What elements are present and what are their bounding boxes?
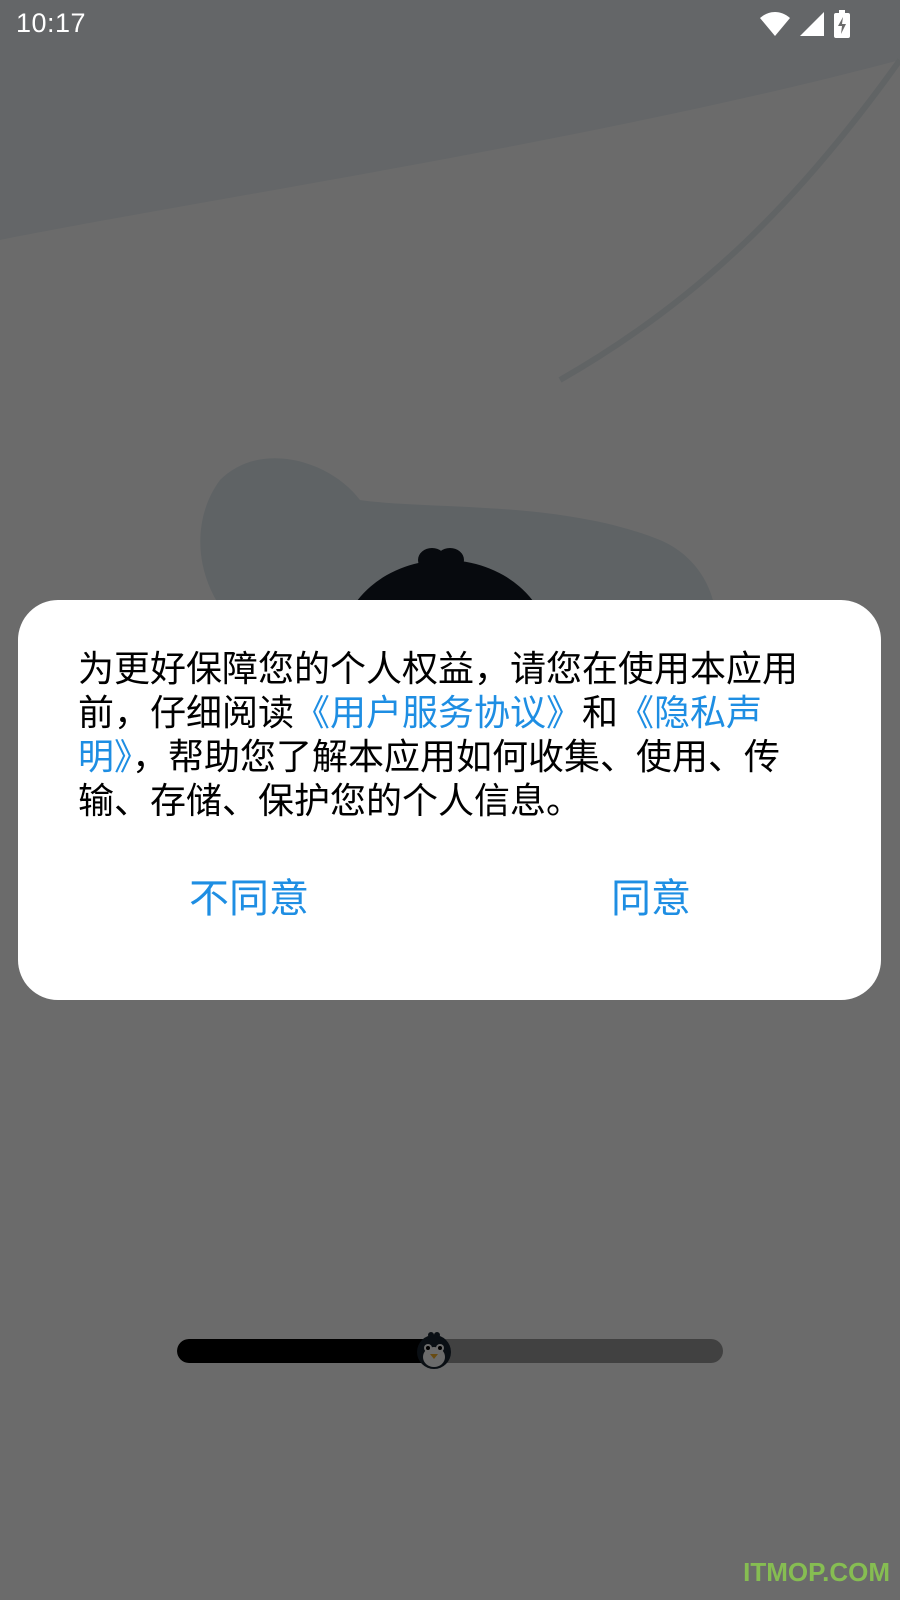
privacy-dialog: 为更好保障您的个人权益，请您在使用本应用前，仔细阅读《用户服务协议》和《隐私声明…	[18, 600, 881, 1000]
status-bar: 10:17	[0, 0, 900, 48]
agree-button[interactable]: 同意	[606, 865, 696, 925]
cellular-signal-icon	[800, 12, 824, 36]
message-text: 和	[582, 693, 619, 734]
status-icons	[760, 10, 850, 38]
screen: 10:17 为更好保障您的个人权益，请您在使用本应用前，仔细阅读《用户服务协议》…	[0, 0, 900, 1600]
wifi-icon	[760, 12, 790, 36]
status-time: 10:17	[16, 8, 87, 38]
disagree-button[interactable]: 不同意	[184, 865, 314, 925]
user-agreement-link[interactable]: 《用户服务协议》	[294, 693, 582, 734]
message-text: ，帮助您了解本应用如何收集、使用、传输、存储、保护您的个人信息。	[78, 737, 781, 822]
dialog-message: 为更好保障您的个人权益，请您在使用本应用前，仔细阅读《用户服务协议》和《隐私声明…	[78, 648, 828, 824]
battery-charging-icon	[834, 10, 850, 38]
watermark: ITMOP.COM	[743, 1557, 890, 1587]
